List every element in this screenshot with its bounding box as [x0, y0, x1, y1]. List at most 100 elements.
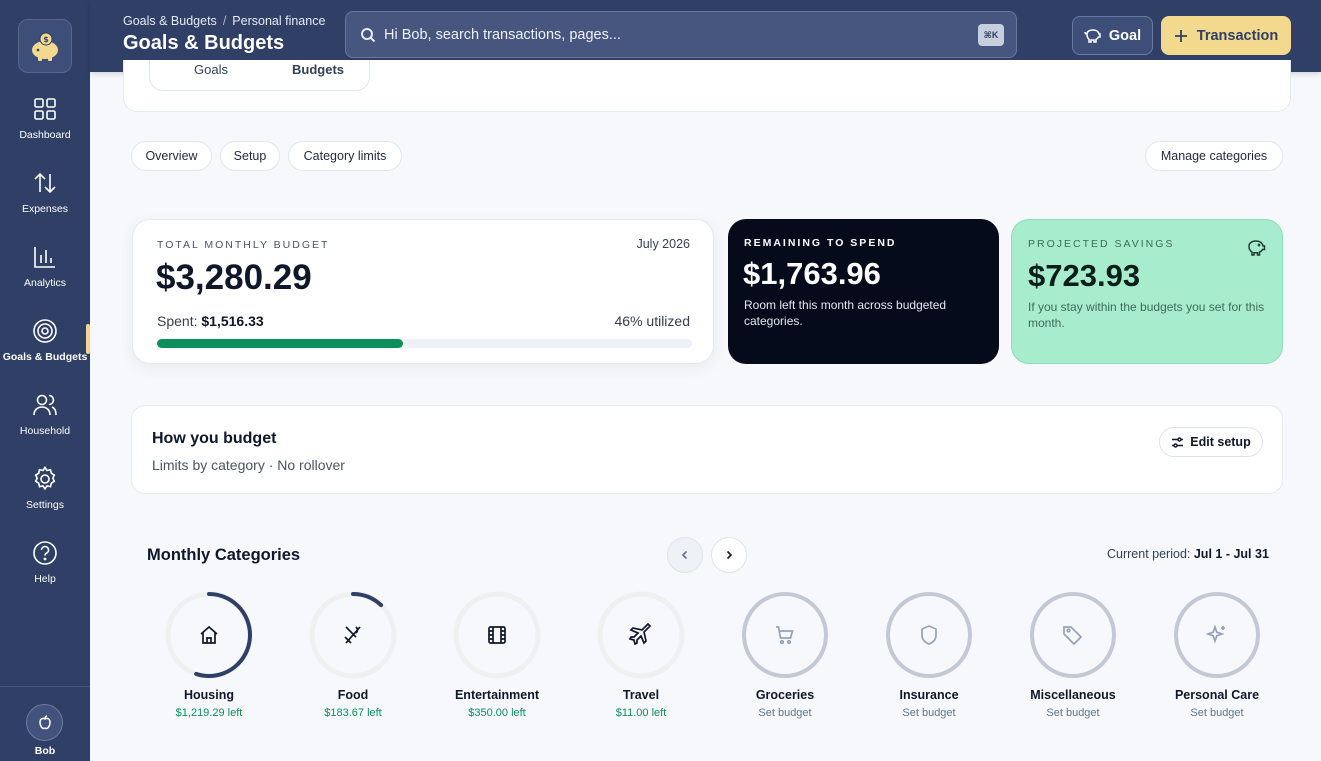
- category-progress-ring: [1172, 590, 1262, 680]
- category-name: Insurance: [899, 688, 959, 702]
- piggy-bank-icon: [1248, 240, 1266, 256]
- total-budget-card: TOTAL MONTHLY BUDGET July 2026 $3,280.29…: [132, 219, 714, 364]
- user-name: Bob: [34, 745, 56, 757]
- remaining-card: REMAINING TO SPEND $1,763.96 Room left t…: [728, 219, 999, 364]
- segment-goals[interactable]: Goals: [194, 62, 228, 77]
- breadcrumb-current: Personal finance: [232, 14, 326, 28]
- sidebar-item-goals-budgets[interactable]: Goals & Budgets: [0, 317, 90, 383]
- tab-setup[interactable]: Setup: [220, 141, 280, 171]
- category-name: Personal Care: [1174, 688, 1260, 702]
- page-title: Goals & Budgets: [123, 32, 285, 54]
- category-progress-ring: [308, 590, 398, 680]
- tab-category-limits[interactable]: Category limits: [288, 141, 402, 171]
- goals-budgets-switch-card: Goals Budgets: [123, 60, 1291, 112]
- category-status[interactable]: Set budget: [1013, 707, 1133, 719]
- spent-label: Spent:: [157, 313, 198, 329]
- shield-icon: [917, 623, 941, 647]
- chevron-right-icon: [726, 550, 733, 560]
- plus-icon: [1174, 29, 1187, 42]
- sidebar-item-settings[interactable]: Settings: [0, 465, 90, 531]
- manage-categories-button[interactable]: Manage categories: [1145, 141, 1283, 171]
- film-icon: [485, 623, 509, 647]
- search-box[interactable]: ⌘K: [345, 11, 1017, 58]
- gear-icon: [34, 466, 56, 491]
- category-item[interactable]: Entertainment $350.00 left: [437, 590, 557, 719]
- category-progress-ring: [452, 590, 542, 680]
- tag-icon: [1061, 623, 1085, 647]
- remaining-description: Room left this month across budgeted cat…: [744, 298, 947, 328]
- budget-progress-bar: [157, 339, 692, 348]
- add-goal-label: Goal: [1108, 27, 1142, 44]
- segment-budgets[interactable]: Budgets: [292, 62, 344, 77]
- grid-icon: [34, 98, 56, 120]
- previous-button[interactable]: [667, 537, 703, 573]
- goals-budgets-segmented-control: Goals Budgets: [149, 60, 370, 91]
- budget-progress-fill: [157, 339, 404, 348]
- sliders-icon: [1172, 436, 1184, 448]
- savings-description: If you stay within the budgets you set f…: [1028, 300, 1265, 330]
- monthly-categories-title: Monthly Categories: [147, 546, 301, 564]
- add-goal-button[interactable]: Goal: [1072, 16, 1153, 55]
- category-status[interactable]: Set budget: [869, 707, 989, 719]
- app-logo[interactable]: $: [18, 19, 72, 73]
- budget-month: July 2026: [636, 237, 690, 251]
- user-avatar[interactable]: [26, 704, 63, 741]
- next-button[interactable]: [711, 537, 747, 573]
- category-name: Travel: [622, 688, 660, 702]
- sidebar-item-label: Help: [34, 573, 56, 585]
- category-item[interactable]: Food $183.67 left: [293, 590, 413, 719]
- category-status: $11.00 left: [615, 707, 667, 719]
- category-name: Food: [337, 688, 369, 702]
- sparkle-icon: [1205, 623, 1229, 647]
- bar-chart-icon: [34, 247, 55, 268]
- spent-summary: Spent: $1,516.33: [157, 313, 264, 329]
- category-name: Groceries: [755, 688, 815, 702]
- budget-method-card: How you budget Limits by category · No r…: [131, 405, 1283, 494]
- sidebar-item-analytics[interactable]: Analytics: [0, 243, 90, 309]
- search-icon: [361, 28, 376, 43]
- category-item[interactable]: Housing $1,219.29 left: [149, 590, 269, 719]
- category-item[interactable]: Travel $11.00 left: [581, 590, 701, 719]
- category-status[interactable]: Set budget: [725, 707, 845, 719]
- period-value: Jul 1 - Jul 31: [1193, 547, 1269, 561]
- remaining-amount: $1,763.96: [743, 256, 881, 291]
- users-icon: [33, 394, 57, 416]
- category-progress-ring: [1028, 590, 1118, 680]
- edit-setup-button[interactable]: Edit setup: [1159, 427, 1263, 457]
- category-status: $350.00 left: [468, 707, 526, 719]
- category-item[interactable]: Personal Care Set budget: [1157, 590, 1277, 719]
- category-item[interactable]: Insurance Set budget: [869, 590, 989, 719]
- sidebar-item-help[interactable]: Help: [0, 539, 90, 605]
- sidebar-item-label: Expenses: [21, 203, 69, 215]
- category-status[interactable]: Set budget: [1157, 707, 1277, 719]
- category-status: $1,219.29 left: [175, 707, 243, 719]
- svg-text:$: $: [43, 35, 49, 44]
- add-transaction-button[interactable]: Transaction: [1161, 16, 1291, 55]
- sidebar-item-expenses[interactable]: Expenses: [0, 169, 90, 235]
- breadcrumb-parent[interactable]: Goals & Budgets: [123, 14, 217, 28]
- remaining-eyebrow: REMAINING TO SPEND: [744, 237, 897, 249]
- category-item[interactable]: Groceries Set budget: [725, 590, 845, 719]
- cart-icon: [773, 623, 797, 647]
- tab-overview[interactable]: Overview: [131, 141, 212, 171]
- category-item[interactable]: Miscellaneous Set budget: [1013, 590, 1133, 719]
- category-name: Housing: [184, 688, 234, 702]
- utensils-icon: [341, 623, 365, 647]
- category-progress-ring: [596, 590, 686, 680]
- search-input[interactable]: [384, 26, 944, 43]
- arrows-up-down-icon: [34, 172, 56, 194]
- breadcrumb-separator: /: [222, 14, 227, 28]
- sidebar-item-label: Household: [19, 425, 71, 437]
- sidebar-item-dashboard[interactable]: Dashboard: [0, 95, 90, 161]
- plane-icon: [628, 622, 653, 647]
- total-budget-eyebrow: TOTAL MONTHLY BUDGET: [157, 239, 330, 251]
- target-icon: [33, 319, 57, 343]
- total-budget-amount: $3,280.29: [156, 258, 312, 297]
- house-icon: [197, 623, 221, 647]
- sidebar-item-label: Goals & Budgets: [2, 351, 88, 363]
- chevron-left-icon: [681, 550, 688, 560]
- category-status: $183.67 left: [324, 707, 382, 719]
- sidebar-item-household[interactable]: Household: [0, 391, 90, 457]
- category-progress-ring: [884, 590, 974, 680]
- budget-method-subtitle: Limits by category · No rollover: [152, 457, 345, 473]
